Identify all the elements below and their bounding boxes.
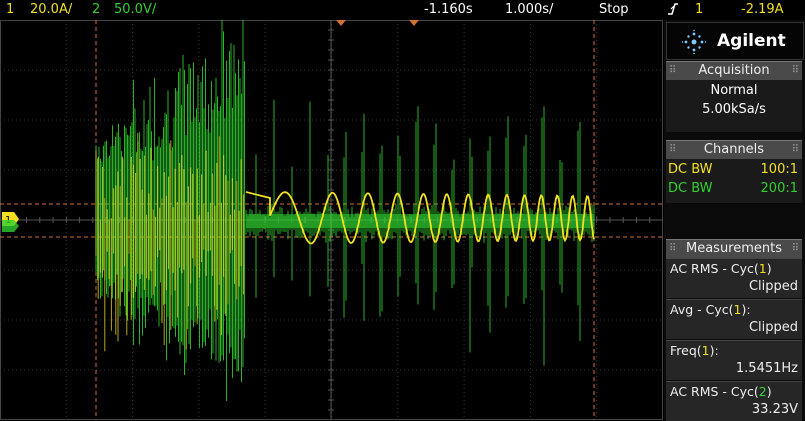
ch1-scale[interactable]: 20.0A/ bbox=[30, 2, 72, 17]
grip-icon: ⠿ bbox=[669, 65, 677, 76]
measurement-label: Freq(1): bbox=[670, 343, 719, 358]
trigger-level[interactable]: -2.19A bbox=[741, 2, 784, 17]
measurement-label: AC RMS - Cyc(1) bbox=[670, 261, 772, 276]
brand-name: Agilent bbox=[717, 31, 786, 51]
ch1-number[interactable]: 1 bbox=[6, 2, 14, 17]
waveform-display[interactable]: 1 bbox=[0, 20, 663, 420]
measurement-ac-rms-ch1[interactable]: AC RMS - Cyc(1) Clipped bbox=[666, 258, 802, 298]
measurement-label: AC RMS - Cyc(2) bbox=[670, 384, 772, 399]
channels-header[interactable]: ⠿ Channels ⠿ bbox=[666, 140, 802, 159]
waveform-plot: 1 bbox=[0, 20, 663, 420]
ch1-probe: 100:1 bbox=[760, 162, 798, 177]
trigger-edge-icon bbox=[666, 1, 680, 21]
grip-icon: ⠿ bbox=[791, 65, 799, 76]
ch2-scale[interactable]: 50.0V/ bbox=[114, 2, 156, 17]
measurement-value: 33.23V bbox=[751, 402, 798, 417]
acquisition-mode: Normal bbox=[710, 83, 758, 98]
ch2-probe: 200:1 bbox=[760, 181, 798, 196]
channels-title: Channels bbox=[703, 142, 765, 157]
acquisition-body: Normal 5.00kSa/s bbox=[666, 80, 802, 132]
side-panel: Agilent ⠿ Acquisition ⠿ Normal 5.00kSa/s… bbox=[664, 20, 805, 421]
status-bar: 1 20.0A/ 2 50.0V/ -1.160s 1.000s/ Stop 1… bbox=[0, 0, 805, 20]
grip-icon: ⠿ bbox=[791, 144, 799, 155]
measurement-label: Avg - Cyc(1): bbox=[670, 302, 751, 317]
acquisition-title: Acquisition bbox=[698, 63, 770, 78]
channels-body: DC BW 100:1 DC BW 200:1 bbox=[666, 159, 802, 203]
measurement-freq-ch1[interactable]: Freq(1): 1.5451Hz bbox=[666, 340, 802, 380]
grip-icon: ⠿ bbox=[791, 243, 799, 254]
measurement-ac-rms-ch2[interactable]: AC RMS - Cyc(2) 33.23V bbox=[666, 381, 802, 421]
brand-logo: Agilent bbox=[666, 22, 804, 60]
measurement-value: Clipped bbox=[748, 279, 798, 294]
run-state[interactable]: Stop bbox=[599, 2, 629, 17]
acquisition-header[interactable]: ⠿ Acquisition ⠿ bbox=[666, 61, 802, 80]
ch2-coupling: DC BW bbox=[668, 181, 713, 196]
grip-icon: ⠿ bbox=[669, 243, 677, 254]
ch2-number[interactable]: 2 bbox=[92, 2, 100, 17]
measurements-title: Measurements bbox=[685, 241, 783, 256]
measurement-value: 1.5451Hz bbox=[735, 361, 798, 376]
time-offset[interactable]: -1.160s bbox=[424, 2, 473, 17]
spark-logo-icon bbox=[681, 29, 707, 59]
trigger-source[interactable]: 1 bbox=[695, 2, 703, 17]
grip-icon: ⠿ bbox=[669, 144, 677, 155]
measurement-value: Clipped bbox=[748, 320, 798, 335]
time-reference-marker bbox=[409, 20, 419, 26]
measurements-header[interactable]: ⠿ Measurements ⠿ bbox=[666, 239, 802, 258]
time-scale[interactable]: 1.000s/ bbox=[505, 2, 553, 17]
sample-rate: 5.00kSa/s bbox=[702, 102, 766, 117]
ch1-coupling: DC BW bbox=[668, 162, 713, 177]
trigger-position-marker bbox=[336, 20, 346, 26]
measurement-avg-ch1[interactable]: Avg - Cyc(1): Clipped bbox=[666, 299, 802, 339]
waveform-traces bbox=[95, 20, 595, 401]
